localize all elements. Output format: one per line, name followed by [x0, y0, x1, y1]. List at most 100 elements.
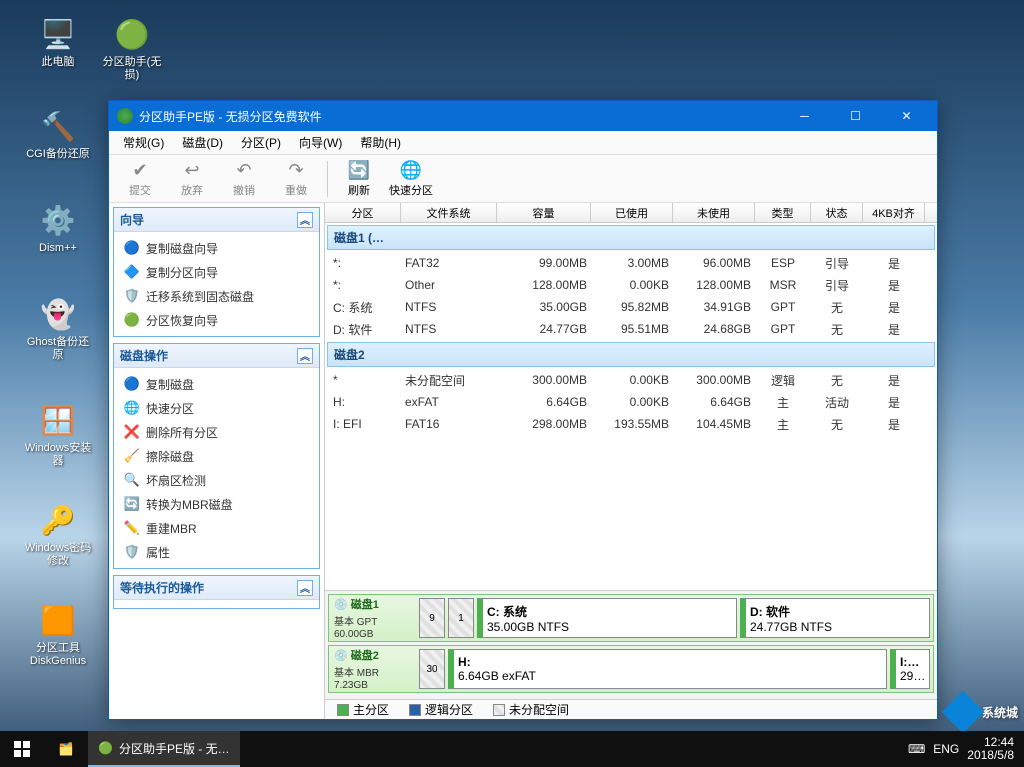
panel-磁盘操作: 磁盘操作︽ 🔵复制磁盘🌐快速分区❌删除所有分区🧹擦除磁盘🔍坏扇区检测🔄转换为MBR…: [113, 343, 320, 569]
desktop-icon-CGI备份还原[interactable]: 🔨CGI备份还原: [22, 106, 94, 161]
toolbar-刷新[interactable]: 🔄刷新: [334, 157, 384, 201]
menu-item[interactable]: 分区(P): [233, 132, 289, 153]
item-icon: 🔵: [124, 376, 140, 392]
desktop-icon-此电脑[interactable]: 🖥️此电脑: [22, 14, 94, 69]
toolbar-撤销[interactable]: ↶撤销: [219, 157, 269, 201]
diskmap-info: 💿 磁盘2基本 MBR7.23GB: [332, 649, 416, 689]
item-icon: 🧹: [124, 448, 140, 464]
icon-label: 分区助手(无损): [96, 56, 168, 82]
main-pane: 分区文件系统容量已使用未使用类型状态4KB对齐 磁盘1 (…*:FAT3299.…: [325, 203, 937, 719]
tray-keyboard-icon[interactable]: ⌨: [908, 742, 925, 756]
tray-lang[interactable]: ENG: [933, 742, 959, 756]
desktop-icon-分区助手(无损)[interactable]: 🟢分区助手(无损): [96, 14, 168, 82]
icon: 🟧: [38, 600, 78, 640]
taskbar-app[interactable]: 🟢 分区助手PE版 - 无…: [88, 731, 240, 767]
toolbar-提交[interactable]: ✔提交: [115, 157, 165, 201]
app-icon: 🟢: [98, 741, 113, 755]
icon-label: Windows安装器: [22, 442, 94, 468]
col-已使用[interactable]: 已使用: [591, 203, 673, 222]
desktop-icon-分区工具DiskGenius[interactable]: 🟧分区工具DiskGenius: [22, 600, 94, 668]
col-容量[interactable]: 容量: [497, 203, 591, 222]
partition-row[interactable]: H:exFAT6.64GB0.00KB6.64GB主活动是: [325, 391, 937, 413]
panel-header[interactable]: 磁盘操作︽: [114, 344, 319, 368]
app-window: 分区助手PE版 - 无损分区免费软件 ─ ☐ ✕ 常规(G)磁盘(D)分区(P)…: [108, 100, 938, 720]
icon-label: 分区工具DiskGenius: [22, 642, 94, 668]
taskbar-app-label: 分区助手PE版 - 无…: [119, 740, 230, 757]
titlebar[interactable]: 分区助手PE版 - 无损分区免费软件 ─ ☐ ✕: [109, 101, 937, 131]
diskmap-seg-small[interactable]: 9: [419, 598, 445, 638]
col-类型[interactable]: 类型: [755, 203, 811, 222]
panel-item[interactable]: 🛡️迁移系统到固态磁盘: [116, 284, 317, 308]
collapse-icon[interactable]: ︽: [297, 580, 313, 596]
desktop-icon-Windows密码修改[interactable]: 🔑Windows密码修改: [22, 500, 94, 568]
col-未使用[interactable]: 未使用: [673, 203, 755, 222]
sidebar: 向导︽🔵复制磁盘向导🔷复制分区向导🛡️迁移系统到固态磁盘🟢分区恢复向导磁盘操作︽…: [109, 203, 325, 719]
panel-item[interactable]: 🔄转换为MBR磁盘: [116, 492, 317, 516]
desktop-icon-Dism++[interactable]: ⚙️ Dism++: [22, 200, 94, 255]
partition-row[interactable]: D: 软件NTFS24.77GB95.51MB24.68GBGPT无是: [325, 318, 937, 340]
panel-item[interactable]: 🔷复制分区向导: [116, 260, 317, 284]
diskmap-seg[interactable]: D: 软件24.77GB NTFS: [740, 598, 930, 638]
item-icon: 🔄: [124, 496, 140, 512]
col-状态[interactable]: 状态: [811, 203, 863, 222]
icon-label: Windows密码修改: [22, 542, 94, 568]
panel-item[interactable]: ✏️重建MBR: [116, 516, 317, 540]
disk-group-header[interactable]: 磁盘1 (…: [327, 225, 935, 250]
diskmap-row[interactable]: 💿 磁盘1基本 GPT60.00GB91C: 系统35.00GB NTFSD: …: [328, 594, 934, 642]
menu-item[interactable]: 常规(G): [115, 132, 172, 153]
panel-item[interactable]: ❌删除所有分区: [116, 420, 317, 444]
panel-向导: 向导︽ 🔵复制磁盘向导🔷复制分区向导🛡️迁移系统到固态磁盘🟢分区恢复向导: [113, 207, 320, 337]
diskmap-row[interactable]: 💿 磁盘2基本 MBR7.23GB30H:6.64GB exFATI:…29…: [328, 645, 934, 693]
panel-header[interactable]: 等待执行的操作︽: [114, 576, 319, 600]
partition-row[interactable]: *未分配空间300.00MB0.00KB300.00MB逻辑无是: [325, 369, 937, 391]
disk-group-header[interactable]: 磁盘2: [327, 342, 935, 367]
menu-item[interactable]: 帮助(H): [352, 132, 409, 153]
panel-item[interactable]: 🧹擦除磁盘: [116, 444, 317, 468]
icon: ⚙️: [38, 200, 78, 240]
menu-item[interactable]: 向导(W): [291, 132, 350, 153]
panel-item[interactable]: 🔍坏扇区检测: [116, 468, 317, 492]
minimize-button[interactable]: ─: [782, 101, 827, 131]
collapse-icon[interactable]: ︽: [297, 212, 313, 228]
panel-item[interactable]: 🌐快速分区: [116, 396, 317, 420]
diskmap-seg[interactable]: I:…29…: [890, 649, 930, 689]
item-icon: 🔵: [124, 240, 140, 256]
partition-row[interactable]: *:FAT3299.00MB3.00MB96.00MBESP引导是: [325, 252, 937, 274]
panel-item[interactable]: 🔵复制磁盘向导: [116, 236, 317, 260]
toolbar-快速分区[interactable]: 🌐快速分区: [386, 157, 436, 201]
system-tray[interactable]: ⌨ ENG 12:44 2018/5/8: [898, 736, 1024, 762]
desktop-icon-Windows安装器[interactable]: 🪟Windows安装器: [22, 400, 94, 468]
panel-item[interactable]: 🔵复制磁盘: [116, 372, 317, 396]
item-icon: 🛡️: [124, 544, 140, 560]
快速分区-icon: 🌐: [400, 160, 422, 181]
start-button[interactable]: [0, 731, 44, 767]
diskmap-seg-small[interactable]: 1: [448, 598, 474, 638]
close-button[interactable]: ✕: [884, 101, 929, 131]
partition-list[interactable]: 磁盘1 (…*:FAT3299.00MB3.00MB96.00MBESP引导是*…: [325, 223, 937, 590]
desktop-icon-Ghost备份还原[interactable]: 👻Ghost备份还原: [22, 294, 94, 362]
toolbar-放弃[interactable]: ↩放弃: [167, 157, 217, 201]
desktop: 🖥️此电脑🟢分区助手(无损)🔨CGI备份还原⚙️Dism++👻Ghost备份还原…: [0, 0, 1024, 767]
col-分区[interactable]: 分区: [325, 203, 401, 222]
panel-等待执行的操作: 等待执行的操作︽: [113, 575, 320, 609]
col-文件系统[interactable]: 文件系统: [401, 203, 497, 222]
panel-item[interactable]: 🛡️属性: [116, 540, 317, 564]
collapse-icon[interactable]: ︽: [297, 348, 313, 364]
watermark: 系统城: [948, 697, 1018, 727]
partition-row[interactable]: I: EFIFAT16298.00MB193.55MB104.45MB主无是: [325, 413, 937, 435]
toolbar-重做[interactable]: ↷重做: [271, 157, 321, 201]
legend-item: 逻辑分区: [409, 701, 473, 718]
taskbar-explorer[interactable]: 🗂️: [44, 731, 88, 767]
panel-item[interactable]: 🟢分区恢复向导: [116, 308, 317, 332]
col-4KB对齐[interactable]: 4KB对齐: [863, 203, 925, 222]
diskmap-seg[interactable]: H:6.64GB exFAT: [448, 649, 887, 689]
icon-label: Dism++: [39, 242, 77, 255]
partition-row[interactable]: *:Other128.00MB0.00KB128.00MBMSR引导是: [325, 274, 937, 296]
item-icon: 🔷: [124, 264, 140, 280]
diskmap-seg[interactable]: C: 系统35.00GB NTFS: [477, 598, 737, 638]
maximize-button[interactable]: ☐: [833, 101, 878, 131]
menu-item[interactable]: 磁盘(D): [174, 132, 231, 153]
diskmap-seg-small[interactable]: 30: [419, 649, 445, 689]
partition-row[interactable]: C: 系统NTFS35.00GB95.82MB34.91GBGPT无是: [325, 296, 937, 318]
panel-header[interactable]: 向导︽: [114, 208, 319, 232]
